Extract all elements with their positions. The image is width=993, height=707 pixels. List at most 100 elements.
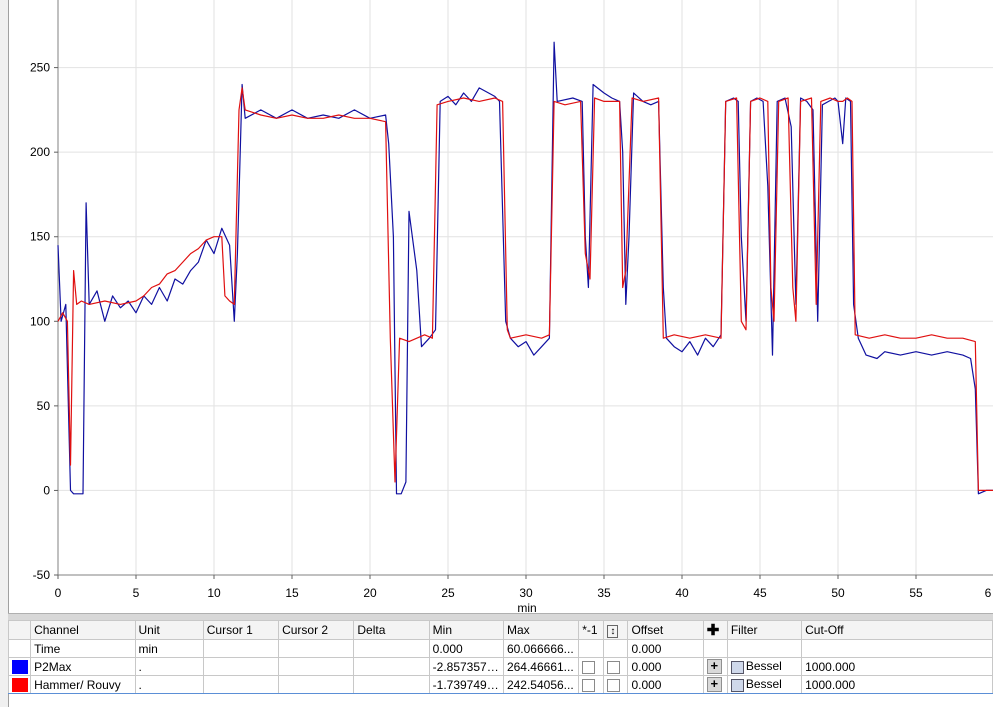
cell-vscale [603, 657, 629, 676]
x-tick-label: 30 [519, 586, 533, 600]
cell-min: 0.000 [428, 639, 504, 658]
cell-delta [353, 639, 430, 658]
add-filter-button[interactable]: + [706, 677, 722, 693]
color-swatch[interactable] [12, 659, 28, 674]
x-tick-label: 20 [363, 586, 377, 600]
row-color [7, 639, 32, 658]
cell-channel: P2Max [30, 657, 136, 676]
cell-vscale [603, 639, 629, 658]
cell-cutoff[interactable]: 1000.000 [801, 657, 993, 676]
x-tick-label: 6 [985, 586, 992, 600]
cell-add: + [702, 675, 728, 694]
x-tick-label: 0 [55, 586, 62, 600]
cell-invert [578, 675, 605, 694]
cell-max: 242.54056... [502, 675, 580, 694]
header-add[interactable]: ✚ [702, 620, 728, 640]
cell-cursor1 [202, 639, 280, 658]
filter-icon [730, 678, 744, 692]
cell-cutoff [801, 639, 993, 658]
y-tick-label: 0 [43, 483, 50, 497]
cell-min: -1.73974931 [428, 675, 504, 694]
cell-cutoff[interactable]: 1000.000 [801, 675, 993, 694]
cell-unit: . [134, 657, 204, 676]
cell-cursor1 [202, 675, 280, 694]
x-tick-label: 50 [831, 586, 845, 600]
x-tick-label: 35 [597, 586, 611, 600]
cell-filter[interactable]: Bessel [726, 675, 803, 694]
cell-vscale [603, 675, 629, 694]
x-tick-label: 5 [133, 586, 140, 600]
cell-unit: . [134, 675, 204, 694]
line-chart: -50 0 50 100 150 200 250 0 5 10 15 20 25 30 35 40 45 50 5… [30, 0, 993, 612]
x-tick-label: 45 [753, 586, 767, 600]
header-invert[interactable]: *-1 [578, 620, 605, 640]
add-filter-button[interactable]: + [706, 659, 722, 675]
table-row[interactable]: Time min 0.000 60.066666... 0.000 [7, 639, 993, 658]
cell-filter [726, 639, 803, 658]
invert-checkbox[interactable] [582, 678, 596, 692]
y-ticks: -50 0 50 100 150 200 250 [30, 61, 58, 582]
header-color [7, 620, 32, 640]
y-tick-label: 200 [30, 145, 50, 159]
invert-checkbox[interactable] [582, 660, 596, 674]
header-vertical-scale[interactable]: ↕ [603, 620, 629, 640]
header-cutoff[interactable]: Cut-Off [801, 620, 993, 640]
cell-delta [353, 657, 430, 676]
cell-add [702, 639, 728, 658]
cell-channel: Time [30, 639, 136, 658]
cell-offset[interactable]: 0.000 [627, 657, 704, 676]
cell-add: + [702, 657, 728, 676]
cell-offset[interactable]: 0.000 [627, 675, 704, 694]
channel-table: Channel Unit Cursor 1 Cursor 2 Delta Min… [7, 620, 993, 694]
x-tick-label: 40 [675, 586, 689, 600]
table-row[interactable]: Hammer/ Rouvy . -1.73974931 242.54056...… [7, 675, 993, 694]
x-ticks: 0 5 10 15 20 25 30 35 40 45 50 55 6 [55, 575, 992, 600]
vertical-arrows-icon: ↕ [607, 625, 619, 638]
vscale-checkbox[interactable] [607, 660, 621, 674]
header-channel[interactable]: Channel [30, 620, 136, 640]
table-header-row: Channel Unit Cursor 1 Cursor 2 Delta Min… [7, 620, 993, 640]
y-tick-label: 50 [37, 399, 51, 413]
header-cursor1[interactable]: Cursor 1 [202, 620, 280, 640]
x-axis-label: min [517, 601, 536, 612]
cell-max: 60.066666... [502, 639, 580, 658]
filter-icon [730, 660, 744, 674]
plus-icon: ✚ [706, 622, 720, 639]
table-row[interactable]: P2Max . -2.85735741 264.46661... 0.000 +… [7, 657, 993, 676]
cell-cursor1 [202, 657, 280, 676]
cell-cursor2 [278, 657, 355, 676]
x-tick-label: 10 [207, 586, 221, 600]
filter-label: Bessel [745, 659, 782, 674]
cell-unit: min [134, 639, 204, 658]
header-cursor2[interactable]: Cursor 2 [278, 620, 355, 640]
y-tick-label: -50 [33, 568, 51, 582]
vscale-checkbox[interactable] [607, 678, 621, 692]
cell-cursor2 [278, 639, 355, 658]
invert-label: *-1 [582, 623, 598, 637]
y-tick-label: 100 [30, 314, 50, 328]
panel-splitter[interactable] [8, 613, 993, 620]
header-filter[interactable]: Filter [726, 620, 803, 640]
cell-offset[interactable]: 0.000 [627, 639, 704, 658]
cell-max: 264.46661... [502, 657, 580, 676]
x-tick-label: 15 [285, 586, 299, 600]
cell-filter[interactable]: Bessel [726, 657, 803, 676]
header-offset[interactable]: Offset [627, 620, 704, 640]
y-tick-label: 250 [30, 61, 50, 75]
cell-delta [353, 675, 430, 694]
x-tick-label: 25 [441, 586, 455, 600]
cell-cursor2 [278, 675, 355, 694]
cell-min: -2.85735741 [428, 657, 504, 676]
header-min[interactable]: Min [428, 620, 504, 640]
filter-label: Bessel [745, 677, 782, 692]
y-tick-label: 150 [30, 230, 50, 244]
header-unit[interactable]: Unit [134, 620, 204, 640]
cell-invert [578, 639, 605, 658]
row-color[interactable] [7, 675, 32, 694]
cell-channel: Hammer/ Rouvy [30, 675, 136, 694]
header-delta[interactable]: Delta [353, 620, 430, 640]
row-color[interactable] [7, 657, 32, 676]
header-max[interactable]: Max [502, 620, 580, 640]
x-tick-label: 55 [909, 586, 923, 600]
color-swatch[interactable] [12, 677, 28, 692]
